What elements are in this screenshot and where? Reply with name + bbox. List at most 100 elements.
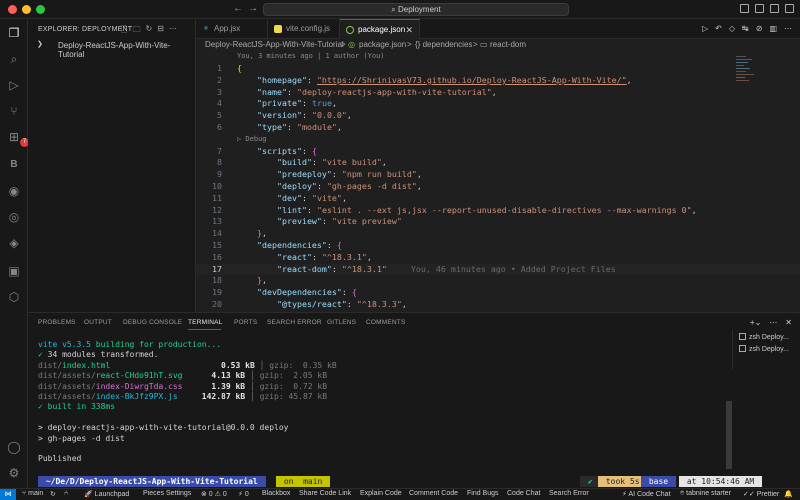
tab-app-jsx[interactable]: ⚛ App.jsx — [196, 19, 268, 39]
toggle-secondary-sidebar-icon[interactable] — [770, 4, 779, 13]
tab-debug-console[interactable]: DEBUG CONSOLE — [123, 319, 182, 326]
terminal-line: > gh-pages -d dist — [38, 433, 125, 444]
terminal-instance[interactable]: zsh Deploy... — [739, 345, 789, 353]
refresh-icon[interactable]: ↻ — [145, 24, 152, 38]
terminal-output[interactable]: vite v5.3.5 building for production... ✓ … — [38, 339, 728, 489]
customize-layout-icon[interactable] — [785, 4, 794, 13]
tab-comments[interactable]: COMMENTS — [366, 319, 406, 326]
terminal-list: zsh Deploy... zsh Deploy... — [732, 330, 800, 370]
search-error-button[interactable]: Search Error — [549, 490, 589, 497]
search-icon[interactable]: ⌕ — [6, 51, 22, 67]
tab-problems[interactable]: PROBLEMS — [38, 319, 76, 326]
sync-icon[interactable]: ↻ — [50, 490, 56, 498]
blackbox-button[interactable]: Blackbox — [262, 490, 290, 497]
blame-codelens[interactable]: You, 3 minutes ago | 1 author (You) — [237, 51, 385, 62]
new-folder-icon[interactable]: 🗀 — [132, 24, 140, 38]
code-line: 5 "version": "0.0.0", — [196, 110, 800, 122]
cube-icon[interactable]: ⬡ — [6, 289, 22, 305]
new-file-icon[interactable]: 🗋 — [121, 24, 127, 38]
breadcrumb-separator: > — [473, 40, 478, 49]
maximize-window-button[interactable] — [36, 5, 45, 14]
line-number: 9 — [217, 169, 222, 180]
command-center-search[interactable]: ⌕ Deployment — [263, 3, 569, 16]
blackbox-icon[interactable]: B — [6, 157, 22, 173]
minimize-window-button[interactable] — [22, 5, 31, 14]
run-debug-icon[interactable]: ▷ — [6, 77, 22, 93]
code-chat-button[interactable]: Code Chat — [507, 490, 540, 497]
bell-icon[interactable]: 🔔 — [784, 490, 793, 498]
code-token: { — [237, 63, 242, 73]
code-token: : — [311, 251, 322, 262]
code-text: "devDependencies": { — [237, 287, 357, 299]
toggle-sidebar-icon[interactable] — [740, 4, 749, 13]
new-terminal-icon[interactable]: +⌄ — [750, 318, 761, 327]
explorer-icon[interactable]: ❐ — [6, 25, 22, 41]
gitlens-icon[interactable]: ◉ — [6, 183, 22, 199]
code-text: "react": "^18.3.1", — [237, 252, 372, 264]
tabnine-button[interactable]: ⌾ tabnine starter — [680, 490, 731, 498]
close-window-button[interactable] — [8, 5, 17, 14]
split-editor-icon[interactable]: ▥ — [769, 24, 777, 33]
line-number: 6 — [217, 122, 222, 132]
tab-terminal[interactable]: TERMINAL — [188, 319, 222, 326]
tab-output[interactable]: OUTPUT — [84, 319, 112, 326]
collapse-all-icon[interactable]: ⊟ — [157, 24, 164, 38]
pieces-icon[interactable]: ◈ — [6, 235, 22, 251]
launchpad-button[interactable]: 🚀 Launchpad — [84, 490, 129, 498]
comment-code-button[interactable]: Comment Code — [409, 490, 458, 497]
code-token: : — [301, 192, 312, 203]
breadcrumb-symbol[interactable]: {} dependencies — [415, 40, 472, 49]
terminal-scrollbar[interactable] — [726, 401, 732, 469]
double-check-icon: ✓✓ — [743, 491, 757, 498]
open-changes-icon[interactable]: ⊘ — [756, 24, 763, 33]
gear-icon[interactable]: ⚙ — [6, 465, 22, 481]
pieces-settings-button[interactable]: Pieces Settings — [143, 490, 191, 497]
back-arrow-icon[interactable]: ← — [233, 3, 243, 14]
branch-indicator[interactable]: ⑂ main — [22, 490, 43, 497]
breadcrumb-file[interactable]: package.json — [359, 40, 406, 49]
tab-gitlens[interactable]: GITLENS — [327, 319, 356, 326]
code-line: 6 "type": "module", — [196, 122, 800, 134]
tab-search-error[interactable]: SEARCH ERROR — [267, 319, 322, 326]
ports-indicator[interactable]: ⚡ 0 — [238, 490, 249, 498]
remote-icon[interactable]: ⋈ — [0, 489, 16, 500]
go-back-icon[interactable]: ↶ — [715, 24, 722, 33]
debug-codelens[interactable]: ▷ Debug — [237, 134, 267, 145]
code-editor[interactable]: You, 3 minutes ago | 1 author (You) 1{2 … — [196, 51, 800, 312]
ai-code-chat-button[interactable]: ⚡ AI Code Chat — [622, 490, 671, 498]
source-control-icon[interactable]: ⑂ — [6, 103, 22, 119]
git-graph-icon[interactable]: ⑃ — [64, 490, 68, 497]
breadcrumb-symbol[interactable]: react-dom — [490, 40, 526, 49]
extensions-icon[interactable]: ⊞ 7 — [6, 129, 29, 147]
share-code-link-button[interactable]: Share Code Link — [299, 490, 351, 497]
tree-item-project-root[interactable]: ❯ Deploy-ReactJS-App-With-Vite-Tutorial — [28, 40, 196, 59]
explain-code-button[interactable]: Explain Code — [360, 490, 402, 497]
tab-ports[interactable]: PORTS — [234, 319, 257, 326]
docker-icon[interactable]: ▣ — [6, 263, 22, 279]
minimap[interactable] — [736, 56, 754, 88]
more-actions-icon[interactable]: ⋯ — [169, 24, 177, 38]
diamond-icon[interactable]: ◇ — [729, 24, 735, 33]
title-bar: ← → ⌕ Deployment — [0, 0, 800, 19]
forward-arrow-icon[interactable]: → — [248, 3, 258, 14]
find-bugs-button[interactable]: Find Bugs — [467, 490, 499, 497]
close-icon[interactable]: ✕ — [405, 20, 413, 40]
run-icon[interactable]: ▷ — [702, 24, 708, 33]
toggle-panel-icon[interactable] — [755, 4, 764, 13]
tab-package-json[interactable]: package.json ✕ — [340, 19, 420, 39]
terminal-instance[interactable]: zsh Deploy... — [739, 333, 789, 341]
prettier-button[interactable]: ✓✓ Prettier — [743, 490, 779, 498]
terminal-token: ✓ — [38, 350, 48, 360]
more-actions-icon[interactable]: ⋯ — [769, 318, 777, 327]
more-actions-icon[interactable]: ⋯ — [784, 24, 792, 33]
terminal-token: building for production... — [95, 340, 222, 349]
remote-explorer-icon[interactable]: ◎ — [6, 209, 22, 225]
breadcrumb-folder[interactable]: Deploy-ReactJS-App-With-Vite-Tutorial — [205, 40, 344, 49]
close-panel-icon[interactable]: ✕ — [785, 318, 792, 327]
account-icon[interactable]: ◯ — [6, 439, 22, 455]
compare-icon[interactable]: ↹ — [742, 24, 749, 33]
problems-indicator[interactable]: ⊗ 0 ⚠ 0 — [201, 490, 227, 498]
tab-vite-config[interactable]: vite.config.js — [268, 19, 340, 39]
